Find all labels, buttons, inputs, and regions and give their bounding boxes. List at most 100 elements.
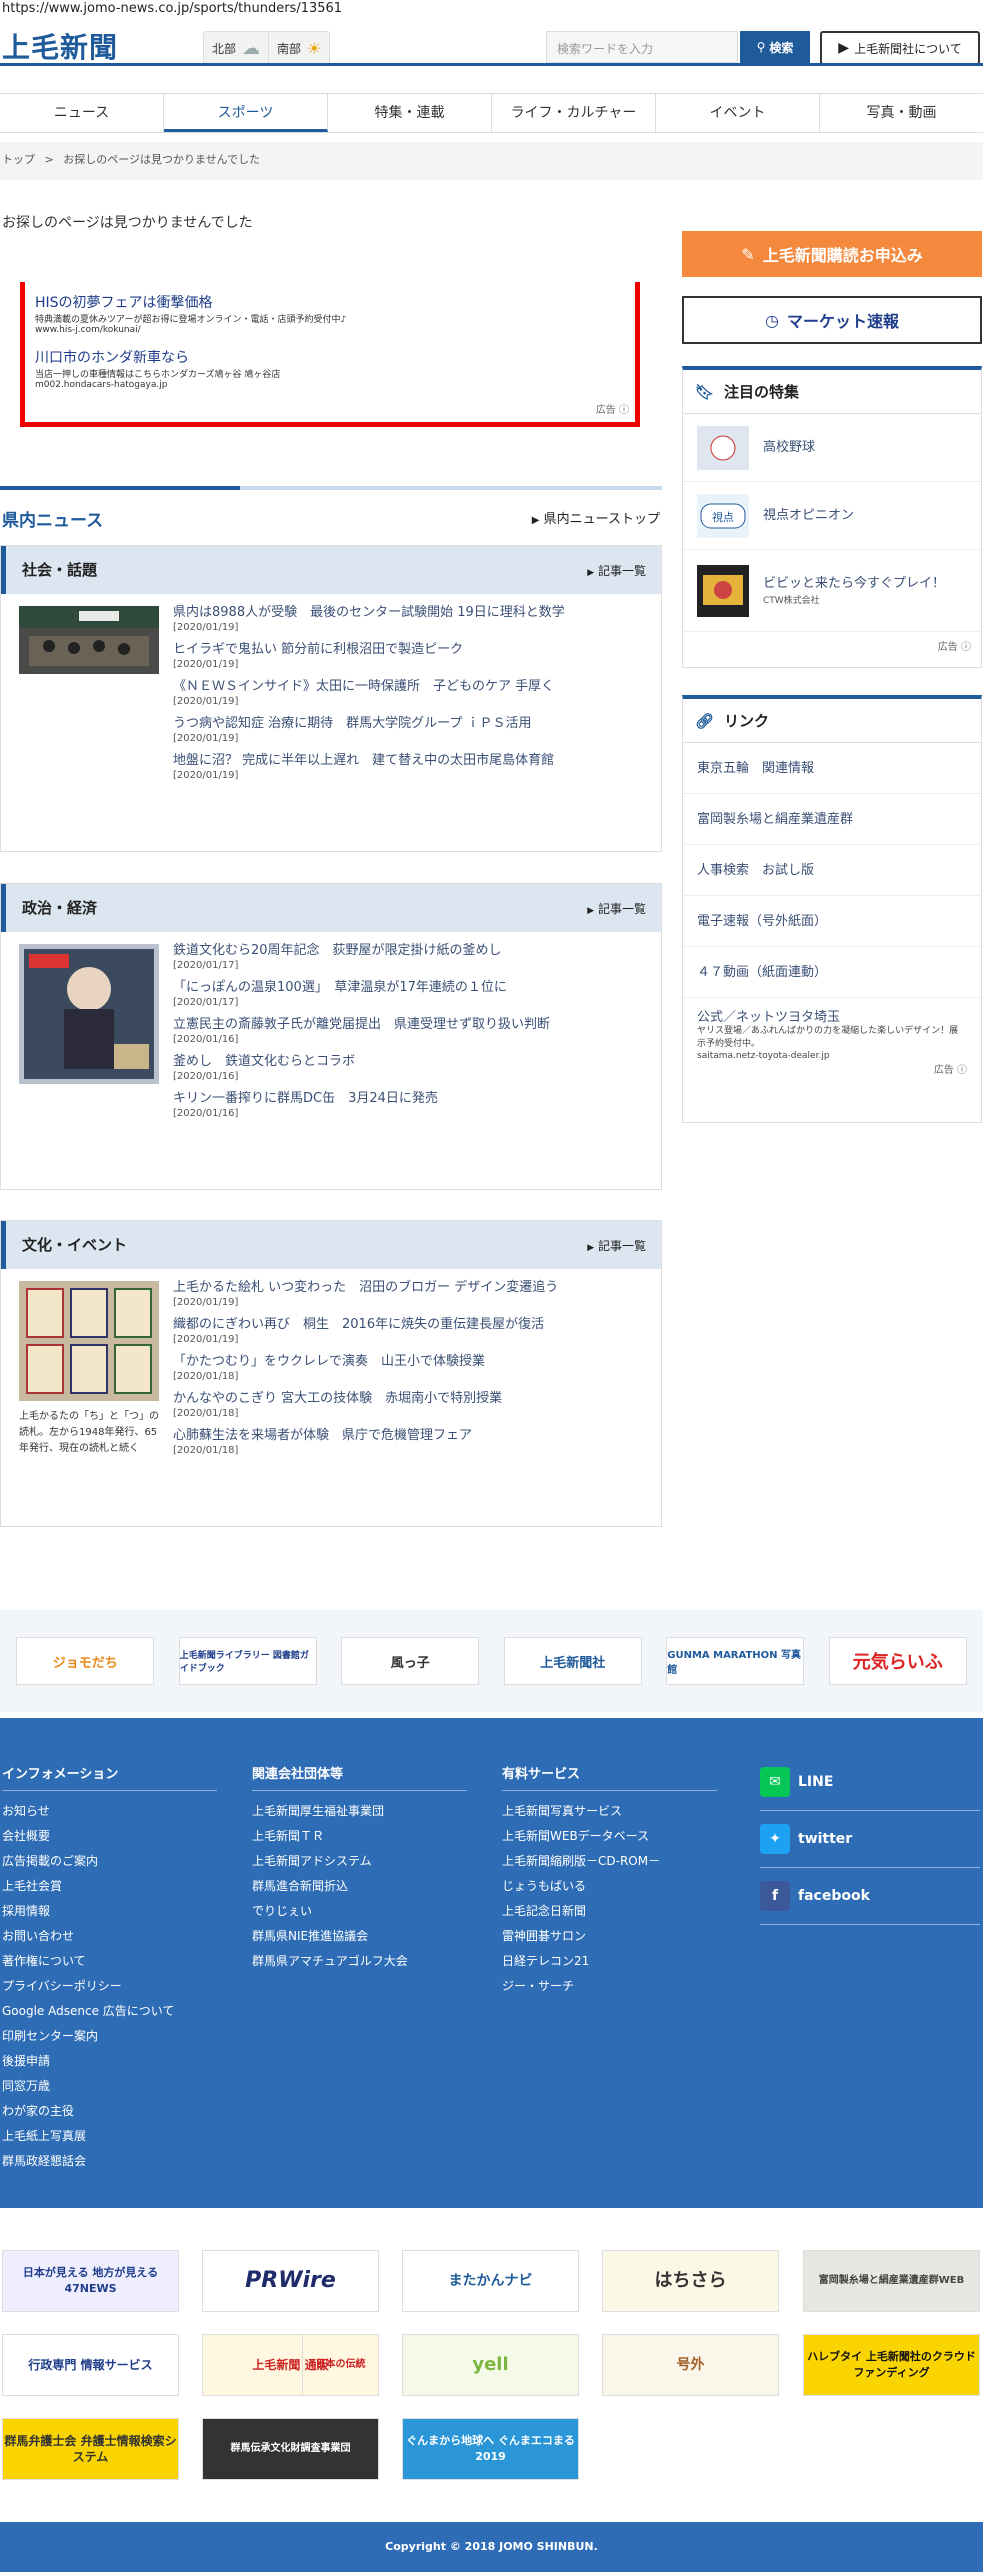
list-item[interactable]: 釜めし 鉄道文化むらとコラボ [2020/01/16] xyxy=(173,1053,643,1082)
list-item[interactable]: うつ病や認知症 治療に期待 群馬大学院グループ ｉＰＳ活用 [2020/01/19… xyxy=(173,715,643,744)
footer-link[interactable]: 上毛社会賞 xyxy=(2,1874,217,1899)
news-headline[interactable]: 立憲民主の斎藤敦子氏が離党届提出 県連受理せず取り扱い判断 xyxy=(173,1016,643,1034)
link-item[interactable]: 人事検索 お試し版 xyxy=(683,845,981,896)
footer-link[interactable]: 同窓万歳 xyxy=(2,2074,217,2099)
footer-link[interactable]: 群馬進合新聞折込 xyxy=(252,1874,467,1899)
ad-title[interactable]: 川口市のホンダ新車なら xyxy=(35,347,625,367)
footer-link[interactable]: 上毛記念日新聞 xyxy=(502,1899,717,1924)
news-headline[interactable]: 地盤に沼？ 完成に半年以上遅れ 建て替え中の太田市尾島体育館 xyxy=(173,752,643,770)
banner-yell[interactable]: yell xyxy=(402,2334,579,2396)
banner-cultural-research[interactable]: 群馬伝承文化財調査事業団 xyxy=(202,2418,379,2480)
link-item[interactable]: 電子速報（号外紙面） xyxy=(683,896,981,947)
footer-link[interactable]: 群馬県NIE推進協議会 xyxy=(252,1924,467,1949)
footer-link[interactable]: わが家の主役 xyxy=(2,2099,217,2124)
tab-news[interactable]: ニュース xyxy=(0,94,164,132)
social-facebook[interactable]: f facebook xyxy=(760,1868,980,1925)
footer-link[interactable]: ジー・サーチ xyxy=(502,1974,717,1999)
list-item[interactable]: 地盤に沼？ 完成に半年以上遅れ 建て替え中の太田市尾島体育館 [2020/01/1… xyxy=(173,752,643,781)
featured-item[interactable]: 視点 視点オピニオン xyxy=(683,482,981,550)
banner-japan-tradition[interactable]: 日本の伝統 xyxy=(302,2334,379,2396)
subscribe-button[interactable]: ✎ 上毛新聞購読お申込み xyxy=(682,231,982,277)
tab-sports[interactable]: スポーツ xyxy=(164,94,328,132)
footer-link[interactable]: Google Adsence 広告について xyxy=(2,1999,217,2024)
list-item[interactable]: ヒイラギで鬼払い 節分前に利根沼田で製造ピーク [2020/01/19] xyxy=(173,641,643,670)
banner-47news[interactable]: 日本が見える 地方が見える 47NEWS xyxy=(2,2250,179,2312)
banner-kazekko[interactable]: 風っ子 xyxy=(341,1637,480,1685)
footer-link[interactable]: プライバシーポリシー xyxy=(2,1974,217,1999)
footer-link[interactable]: 著作権について xyxy=(2,1949,217,1974)
footer-link[interactable]: 上毛新聞厚生福祉事業団 xyxy=(252,1799,467,1824)
ad-item[interactable]: 川口市のホンダ新車なら 当店一押しの車種情報はこちらホンダカーズ鳩ヶ谷 鳩ヶ谷店… xyxy=(35,347,625,390)
footer-link[interactable]: 上毛新聞WEBデータベース xyxy=(502,1824,717,1849)
list-item[interactable]: 「かたつむり」をウクレレで演奏 山王小で体験授業 [2020/01/18] xyxy=(173,1353,643,1382)
footer-link[interactable]: 日経テレコン21 xyxy=(502,1949,717,1974)
banner-tomioka-silk[interactable]: 富岡製糸場と絹産業遺産群WEB xyxy=(803,2250,980,2312)
footer-link[interactable]: お知らせ xyxy=(2,1799,217,1824)
box-more-link[interactable]: ▶ 記事一覧 xyxy=(587,562,646,579)
footer-link[interactable]: 後援申請 xyxy=(2,2049,217,2074)
news-headline[interactable]: 上毛かるた絵札 いつ変わった 沼田のブロガー デザイン変遷追う xyxy=(173,1279,643,1297)
weather-south[interactable]: 南部 ☀ xyxy=(268,32,330,64)
banner-harebutai[interactable]: ハレブタイ 上毛新聞社のクラウドファンディング xyxy=(803,2334,980,2396)
banner-gunma-eco[interactable]: ぐんまから地球へ ぐんまエコまる 2019 xyxy=(402,2418,579,2480)
ad-label[interactable]: 広告 ⓘ xyxy=(596,401,629,416)
footer-link[interactable]: 広告掲載のご案内 xyxy=(2,1849,217,1874)
about-company-button[interactable]: ▶ 上毛新聞社について xyxy=(820,31,980,65)
banner-gogai[interactable]: 号外 xyxy=(602,2334,779,2396)
social-line[interactable]: ✉ LINE xyxy=(760,1754,980,1811)
banner-jomodachi[interactable]: ジョモだち xyxy=(16,1637,155,1685)
news-headline[interactable]: 織都のにぎわい再び 桐生 2016年に焼失の重伝建長屋が復活 xyxy=(173,1316,643,1334)
news-thumbnail[interactable]: 上毛かるたの「ち」と「つ」の読札。左から1948年発行、65年発行、現在の読札と… xyxy=(19,1281,159,1457)
news-headline[interactable]: 県内は8988人が受験 最後のセンター試験開始 19日に理科と数学 xyxy=(173,604,643,622)
tab-photo-video[interactable]: 写真・動画 xyxy=(820,94,983,132)
footer-link[interactable]: でりじぇい xyxy=(252,1899,467,1924)
market-report-button[interactable]: ◷ マーケット速報 xyxy=(682,296,982,344)
banner-prwire[interactable]: PRWire xyxy=(202,2250,379,2312)
link-item[interactable]: 富岡製糸場と絹産業遺産群 xyxy=(683,794,981,845)
featured-item[interactable]: ビビッと来たら今すぐプレイ！ CTW株式会社 xyxy=(683,550,981,632)
list-item[interactable]: 《ＮＥＷＳインサイド》太田に一時保護所 子どものケア 手厚く [2020/01/1… xyxy=(173,678,643,707)
news-thumbnail[interactable] xyxy=(19,606,159,678)
list-item[interactable]: キリン一番搾りに群馬DC缶 3月24日に発売 [2020/01/16] xyxy=(173,1090,643,1119)
news-headline[interactable]: 「かたつむり」をウクレレで演奏 山王小で体験授業 xyxy=(173,1353,643,1371)
news-headline[interactable]: 心肺蘇生法を来場者が体験 県庁で危機管理フェア xyxy=(173,1427,643,1445)
footer-link[interactable]: じょうもばいる xyxy=(502,1874,717,1899)
search-input[interactable]: 検索ワードを入力 xyxy=(546,31,738,63)
news-headline[interactable]: うつ病や認知症 治療に期待 群馬大学院グループ ｉＰＳ活用 xyxy=(173,715,643,733)
box-more-link[interactable]: ▶ 記事一覧 xyxy=(587,1237,646,1254)
news-thumbnail[interactable] xyxy=(19,944,159,1088)
link-item[interactable]: 東京五輪 関連情報 xyxy=(683,743,981,794)
banner-gunma-marathon[interactable]: GUNMA MARATHON 写真館 xyxy=(666,1637,805,1685)
tab-features[interactable]: 特集・連載 xyxy=(328,94,492,132)
news-headline[interactable]: 鉄道文化むら20周年記念 荻野屋が限定掛け紙の釜めし xyxy=(173,942,643,960)
news-headline[interactable]: キリン一番搾りに群馬DC缶 3月24日に発売 xyxy=(173,1090,643,1108)
footer-link[interactable]: 群馬県アマチュアゴルフ大会 xyxy=(252,1949,467,1974)
footer-link[interactable]: 採用情報 xyxy=(2,1899,217,1924)
featured-item[interactable]: 高校野球 xyxy=(683,414,981,482)
ad-label[interactable]: 広告 ⓘ xyxy=(683,632,981,659)
tab-life-culture[interactable]: ライフ・カルチャー xyxy=(492,94,656,132)
breadcrumb-home[interactable]: トップ xyxy=(2,153,35,166)
list-item[interactable]: 立憲民主の斎藤敦子氏が離党届提出 県連受理せず取り扱い判断 [2020/01/16… xyxy=(173,1016,643,1045)
footer-link[interactable]: 上毛新聞縮刷版－CD-ROM－ xyxy=(502,1849,717,1874)
list-item[interactable]: 心肺蘇生法を来場者が体験 県庁で危機管理フェア [2020/01/18] xyxy=(173,1427,643,1456)
link-ad[interactable]: 公式／ネットツヨタ埼玉 ヤリス登場／あふれんばかりの力を凝縮した楽しいデザイン！… xyxy=(683,998,981,1084)
weather-north[interactable]: 北部 ☁ xyxy=(204,32,269,64)
news-headline[interactable]: かんなやのこぎり 宮大工の技体験 赤堀南小で特別授業 xyxy=(173,1390,643,1408)
box-more-link[interactable]: ▶ 記事一覧 xyxy=(587,900,646,917)
footer-link[interactable]: 上毛紙上写真展 xyxy=(2,2124,217,2149)
footer-link[interactable]: 群馬政経懇話会 xyxy=(2,2149,217,2174)
banner-bar-association[interactable]: 群馬弁護士会 弁護士情報検索システム xyxy=(2,2418,179,2480)
list-item[interactable]: 鉄道文化むら20周年記念 荻野屋が限定掛け紙の釜めし [2020/01/17] xyxy=(173,942,643,971)
link-ad-title[interactable]: 公式／ネットツヨタ埼玉 xyxy=(697,1006,967,1025)
banner-matakan-navi[interactable]: またかんナビ xyxy=(402,2250,579,2312)
footer-link[interactable]: 印刷センター案内 xyxy=(2,2024,217,2049)
footer-link[interactable]: 上毛新聞アドシステム xyxy=(252,1849,467,1874)
list-item[interactable]: 「にっぽんの温泉100選」 草津温泉が17年連続の１位に [2020/01/17] xyxy=(173,979,643,1008)
news-headline[interactable]: 《ＮＥＷＳインサイド》太田に一時保護所 子どものケア 手厚く xyxy=(173,678,643,696)
list-item[interactable]: かんなやのこぎり 宮大工の技体験 赤堀南小で特別授業 [2020/01/18] xyxy=(173,1390,643,1419)
news-headline[interactable]: 「にっぽんの温泉100選」 草津温泉が17年連続の１位に xyxy=(173,979,643,997)
banner-genki-life[interactable]: 元気らいふ xyxy=(828,1637,967,1685)
list-item[interactable]: 上毛かるた絵札 いつ変わった 沼田のブロガー デザイン変遷追う [2020/01/… xyxy=(173,1279,643,1308)
list-item[interactable]: 県内は8988人が受験 最後のセンター試験開始 19日に理科と数学 [2020/0… xyxy=(173,604,643,633)
